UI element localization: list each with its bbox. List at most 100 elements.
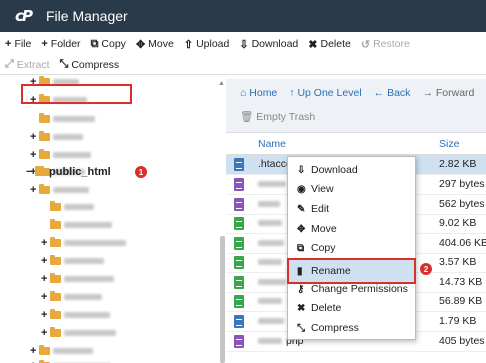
menu-item-copy[interactable]: ⧉ Copy (297, 239, 336, 257)
folder-icon (50, 201, 61, 211)
menu-item-view[interactable]: ◉ View (297, 180, 334, 198)
move-icon: ✥ (135, 38, 146, 51)
home-icon: ⌂ (240, 87, 247, 99)
menu-item-move[interactable]: ✥ Move (297, 220, 337, 238)
tree-item[interactable] (49, 215, 112, 235)
trash-icon: 🗑 (240, 111, 254, 123)
plus-icon: + (41, 38, 48, 50)
folder-icon (39, 184, 50, 194)
new-file-button[interactable]: + File (0, 33, 36, 55)
file-icon (234, 314, 244, 328)
menu-item-change-permissions[interactable]: ⚷ Change Permissions (297, 280, 408, 298)
extract-button[interactable]: ⤢ Extract (0, 54, 55, 76)
collapse-toggle[interactable]: − (26, 166, 34, 178)
tree-scrollbar[interactable] (220, 236, 225, 363)
name-column-header[interactable]: Name (258, 138, 286, 150)
file-icon (234, 275, 244, 289)
folder-icon (50, 219, 61, 229)
cpanel-logo: cP (15, 7, 33, 25)
tree-item[interactable]: + (41, 323, 116, 343)
tree-item[interactable]: + (41, 251, 104, 271)
folder-icon (39, 131, 50, 141)
move-icon: ✥ (297, 223, 306, 235)
plus-icon: + (5, 38, 12, 50)
size-column-header[interactable]: Size (439, 138, 459, 150)
extract-icon: ⤢ (5, 58, 14, 70)
file-icon (234, 255, 244, 269)
upload-button[interactable]: ⇧ Upload (179, 33, 235, 55)
download-button[interactable]: ⇩ Download (234, 33, 303, 55)
tree-item-label: public_html (49, 166, 111, 178)
forward-link[interactable]: → Forward (422, 87, 474, 99)
file-icon (234, 197, 244, 211)
scroll-up-icon[interactable]: ▲ (218, 80, 225, 87)
tree-item[interactable]: + (41, 233, 126, 253)
column-header: Name Size (226, 133, 486, 155)
copy-icon: ⧉ (297, 242, 305, 254)
compress-icon: ⤡ (297, 322, 305, 334)
compress-icon: ⤡ (59, 58, 69, 70)
file-icon (234, 334, 244, 348)
navigation-bar: ⌂ Home ↑ Up One Level ← Back → Forward 🗑… (226, 79, 486, 133)
folder-icon (50, 309, 61, 319)
tree-item[interactable]: + (30, 356, 111, 363)
main-toolbar: + File + Folder ⧉ Copy ✥ Move ⇧ Upload ⇩ Downl… (0, 33, 486, 55)
menu-item-compress[interactable]: ⤡ Compress (297, 319, 359, 337)
empty-trash-link[interactable]: 🗑 Empty Trash (240, 110, 315, 123)
download-icon: ⇩ (239, 38, 249, 51)
folder-icon (50, 237, 61, 247)
menu-item-delete[interactable]: ✖ Delete (297, 299, 341, 317)
home-link[interactable]: ⌂ Home (240, 87, 277, 99)
key-icon: ⚷ (297, 283, 305, 295)
file-icon (234, 157, 244, 171)
public-html-highlight (21, 84, 132, 104)
delete-icon: ✖ (297, 302, 306, 314)
back-arrow-icon: ← (373, 87, 385, 99)
menu-item-download[interactable]: ⇩ Download (297, 161, 358, 179)
delete-icon: ✖ (308, 38, 318, 51)
compress-button[interactable]: ⤡ Compress (55, 54, 125, 76)
pencil-icon: ✎ (297, 203, 306, 215)
upload-icon: ⇧ (183, 38, 194, 51)
back-link[interactable]: ← Back (374, 87, 411, 99)
tree-item[interactable]: + (41, 305, 110, 325)
copy-button[interactable]: ⧉ Copy (86, 33, 131, 55)
folder-icon (39, 149, 50, 159)
folder-icon (50, 291, 61, 301)
folder-open-icon (35, 166, 46, 176)
file-icon: ▮ (297, 265, 303, 277)
step-1-badge: 1 (135, 166, 147, 178)
folder-icon (39, 345, 50, 355)
secondary-toolbar: ⤢ Extract ⤡ Compress (0, 55, 486, 75)
delete-button[interactable]: ✖ Delete (303, 33, 356, 55)
forward-arrow-icon: → (422, 87, 433, 99)
copy-icon: ⧉ (90, 37, 99, 50)
download-icon: ⇩ (297, 164, 306, 176)
folder-icon (50, 327, 61, 337)
menu-item-rename[interactable]: ▮ Rename (297, 262, 351, 280)
new-folder-button[interactable]: + Folder (36, 33, 85, 55)
menu-item-edit[interactable]: ✎ Edit (297, 200, 329, 218)
tree-item[interactable]: + (30, 127, 83, 147)
folder-icon (39, 113, 50, 123)
restore-button[interactable]: ↺ Restore (356, 33, 415, 55)
tree-item[interactable]: + (41, 287, 102, 307)
file-icon (234, 177, 244, 191)
folder-icon (50, 273, 61, 283)
file-icon (234, 216, 244, 230)
file-icon (234, 294, 244, 308)
move-button[interactable]: ✥ Move (131, 33, 179, 55)
tree-item[interactable]: + (41, 269, 114, 289)
tree-item[interactable] (38, 109, 95, 129)
restore-icon: ↺ (360, 38, 371, 51)
file-icon (234, 236, 244, 250)
step-2-badge: 2 (420, 263, 432, 275)
up-arrow-icon: ↑ (289, 87, 295, 99)
folder-icon (50, 255, 61, 265)
folder-tree: + + + + + + + + + + + + + + (0, 76, 222, 363)
tree-item[interactable] (49, 197, 94, 217)
up-one-level-link[interactable]: ↑ Up One Level (289, 87, 361, 99)
app-header: cP File Manager (0, 0, 486, 32)
app-title: File Manager (46, 8, 128, 24)
tree-item-public-html[interactable]: − public_html (26, 162, 111, 182)
